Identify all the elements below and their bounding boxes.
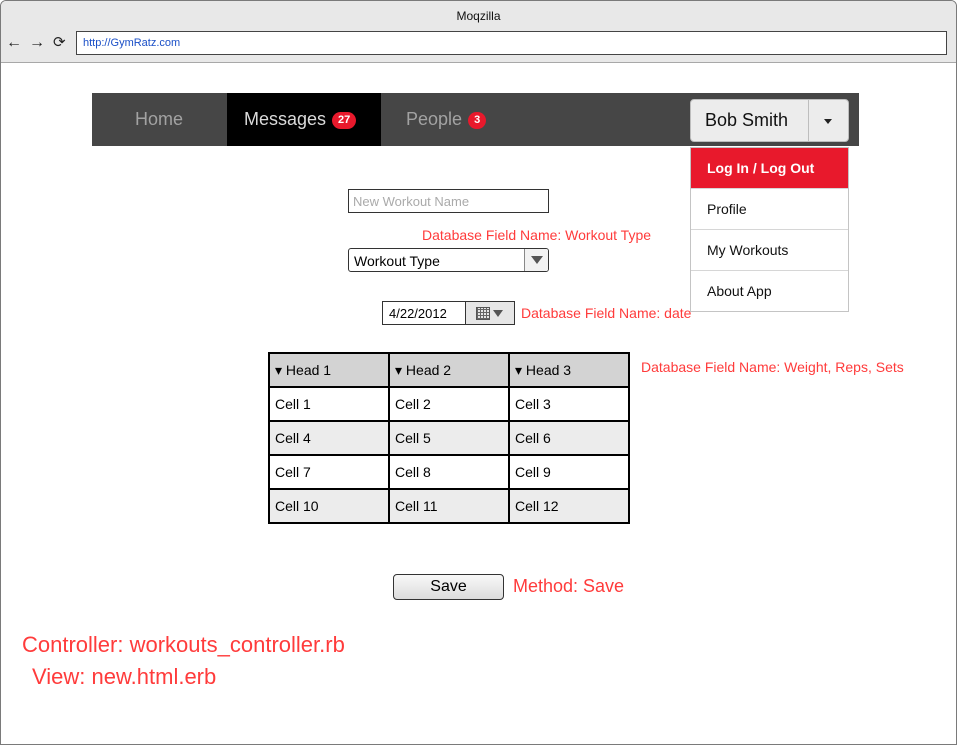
- calendar-icon: [476, 307, 490, 320]
- table-cell: Cell 6: [508, 420, 630, 456]
- caret-down-icon: [493, 310, 503, 317]
- select-arrow: [524, 249, 548, 271]
- table-row: Cell 1 Cell 2 Cell 3: [268, 386, 630, 422]
- column-header-3[interactable]: ▾ Head 3: [508, 352, 630, 388]
- people-count-badge: 3: [468, 112, 487, 129]
- nav-home[interactable]: Home: [135, 93, 183, 146]
- workout-type-select[interactable]: Workout Type: [348, 248, 549, 272]
- date-field-note: Database Field Name: date: [521, 305, 692, 321]
- table-cell: Cell 12: [508, 488, 630, 524]
- column-header-1[interactable]: ▾ Head 1: [268, 352, 390, 388]
- table-cell: Cell 4: [268, 420, 390, 456]
- table-cell: Cell 10: [268, 488, 390, 524]
- reload-icon[interactable]: ⟳: [53, 34, 66, 52]
- caret-down-icon: [824, 119, 832, 124]
- table-cell: Cell 7: [268, 454, 390, 490]
- menu-item-profile[interactable]: Profile: [691, 189, 848, 230]
- save-method-note: Method: Save: [513, 576, 625, 596]
- user-menu-button[interactable]: Bob Smith: [690, 99, 809, 142]
- nav-messages[interactable]: Messages 27: [227, 93, 381, 146]
- triangle-down-icon: [531, 256, 543, 264]
- nav-people-label: People: [406, 109, 463, 129]
- nav-home-label: Home: [135, 109, 184, 129]
- table-field-note: Database Field Name: Weight, Reps, Sets: [641, 359, 904, 375]
- nav-people[interactable]: People 3: [406, 93, 487, 146]
- date-input[interactable]: 4/22/2012: [382, 301, 466, 325]
- workout-name-input[interactable]: [348, 189, 549, 213]
- controller-annotation: Controller: workouts_controller.rb: [22, 632, 345, 657]
- url-bar[interactable]: http://GymRatz.com: [76, 31, 947, 55]
- table-row: Cell 4 Cell 5 Cell 6: [268, 420, 630, 456]
- column-header-2[interactable]: ▾ Head 2: [388, 352, 510, 388]
- date-picker-button[interactable]: [465, 301, 515, 325]
- browser-toolbar: Moqzilla ← → ⟳ http://GymRatz.com: [1, 1, 956, 63]
- table-cell: Cell 9: [508, 454, 630, 490]
- workout-type-value: Workout Type: [354, 253, 440, 269]
- workout-type-field-note: Database Field Name: Workout Type: [422, 227, 652, 243]
- user-dropdown-menu: Log In / Log Out Profile My Workouts Abo…: [690, 147, 849, 312]
- table-cell: Cell 5: [388, 420, 510, 456]
- table-cell: Cell 2: [388, 386, 510, 422]
- table-header-row: ▾ Head 1 ▾ Head 2 ▾ Head 3: [268, 352, 630, 388]
- messages-count-badge: 27: [332, 112, 357, 129]
- menu-item-my-workouts[interactable]: My Workouts: [691, 230, 848, 271]
- table-cell: Cell 3: [508, 386, 630, 422]
- table-cell: Cell 1: [268, 386, 390, 422]
- table-cell: Cell 11: [388, 488, 510, 524]
- view-annotation: View: new.html.erb: [32, 664, 217, 689]
- user-menu-toggle[interactable]: [808, 99, 849, 142]
- table-row: Cell 7 Cell 8 Cell 9: [268, 454, 630, 490]
- menu-item-about-app[interactable]: About App: [691, 271, 848, 312]
- menu-item-login-logout[interactable]: Log In / Log Out: [691, 148, 848, 189]
- table-row: Cell 10 Cell 11 Cell 12: [268, 488, 630, 524]
- back-arrow-icon[interactable]: ←: [6, 34, 22, 52]
- table-cell: Cell 8: [388, 454, 510, 490]
- window-title: Moqzilla: [456, 9, 501, 23]
- forward-arrow-icon[interactable]: →: [29, 34, 45, 52]
- save-button[interactable]: Save: [393, 574, 504, 600]
- nav-messages-label: Messages: [244, 109, 327, 129]
- workout-table: ▾ Head 1 ▾ Head 2 ▾ Head 3 Cell 1 Cell 2…: [268, 352, 630, 524]
